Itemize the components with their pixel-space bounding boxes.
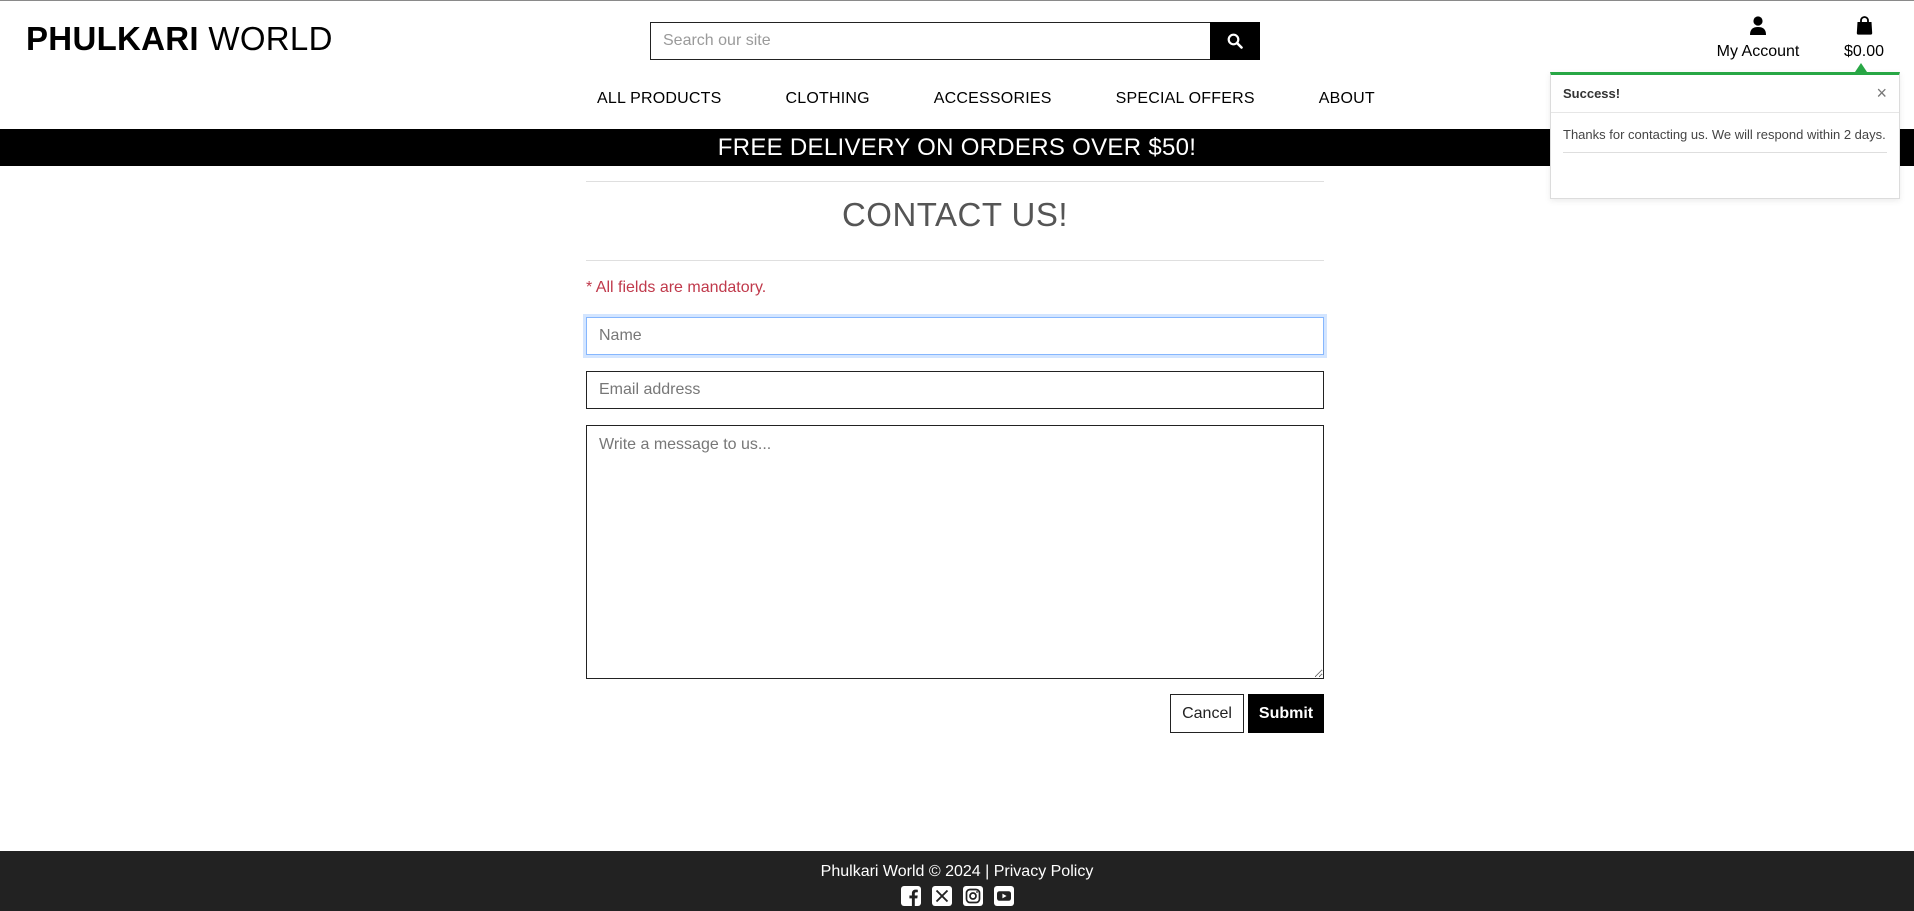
toast-title: Success! [1563, 86, 1621, 101]
toast-header: Success! × [1551, 75, 1899, 113]
social-links [0, 885, 1914, 907]
privacy-policy-link[interactable]: Privacy Policy [994, 863, 1094, 880]
search-icon [1227, 33, 1243, 49]
name-field[interactable] [586, 317, 1324, 355]
nav-item-all-products[interactable]: ALL PRODUCTS [597, 90, 722, 112]
youtube-icon[interactable] [993, 885, 1015, 907]
toast-arrow [1855, 63, 1867, 72]
nav-item-clothing[interactable]: CLOTHING [786, 90, 870, 112]
email-field[interactable] [586, 371, 1324, 409]
page-title: CONTACT US! [841, 196, 1069, 233]
search-input[interactable] [650, 22, 1210, 60]
shopping-bag-icon [1856, 16, 1872, 35]
site-logo[interactable]: PHULKARI WORLD [26, 20, 333, 58]
title-divider-bottom [586, 260, 1324, 261]
success-toast: Success! × Thanks for contacting us. We … [1550, 72, 1900, 199]
user-icon [1750, 16, 1766, 35]
nav-item-special-offers[interactable]: SPECIAL OFFERS [1116, 90, 1255, 112]
my-account-link[interactable]: My Account [1710, 16, 1806, 61]
x-twitter-icon[interactable] [931, 885, 953, 907]
message-field[interactable] [586, 425, 1324, 679]
main-nav: ALL PRODUCTS CLOTHING ACCESSORIES SPECIA… [597, 90, 1375, 112]
submit-button[interactable]: Submit [1248, 694, 1324, 733]
footer-copyright: Phulkari World © 2024 | [820, 863, 994, 880]
mandatory-note: * All fields are mandatory. [586, 279, 767, 296]
footer-text: Phulkari World © 2024 | Privacy Policy [0, 863, 1914, 881]
title-divider-top [586, 181, 1324, 182]
site-footer: Phulkari World © 2024 | Privacy Policy [0, 851, 1914, 911]
delivery-banner-text: FREE DELIVERY ON ORDERS OVER $50! [717, 133, 1197, 161]
logo-bold-text: PHULKARI [26, 20, 199, 57]
top-border [0, 0, 1914, 1]
search-button[interactable] [1210, 22, 1260, 60]
cart-total: $0.00 [1843, 43, 1885, 60]
toast-message: Thanks for contacting us. We will respon… [1563, 124, 1887, 153]
search-form [650, 22, 1260, 60]
nav-item-accessories[interactable]: ACCESSORIES [934, 90, 1052, 112]
cancel-button[interactable]: Cancel [1170, 694, 1244, 733]
my-account-label: My Account [1716, 43, 1800, 60]
instagram-icon[interactable] [962, 885, 984, 907]
nav-item-about[interactable]: ABOUT [1319, 90, 1375, 112]
shopping-bag-link[interactable]: $0.00 [1838, 16, 1890, 61]
close-icon[interactable]: × [1876, 83, 1887, 104]
facebook-icon[interactable] [900, 885, 922, 907]
logo-light-text: WORLD [198, 20, 333, 57]
